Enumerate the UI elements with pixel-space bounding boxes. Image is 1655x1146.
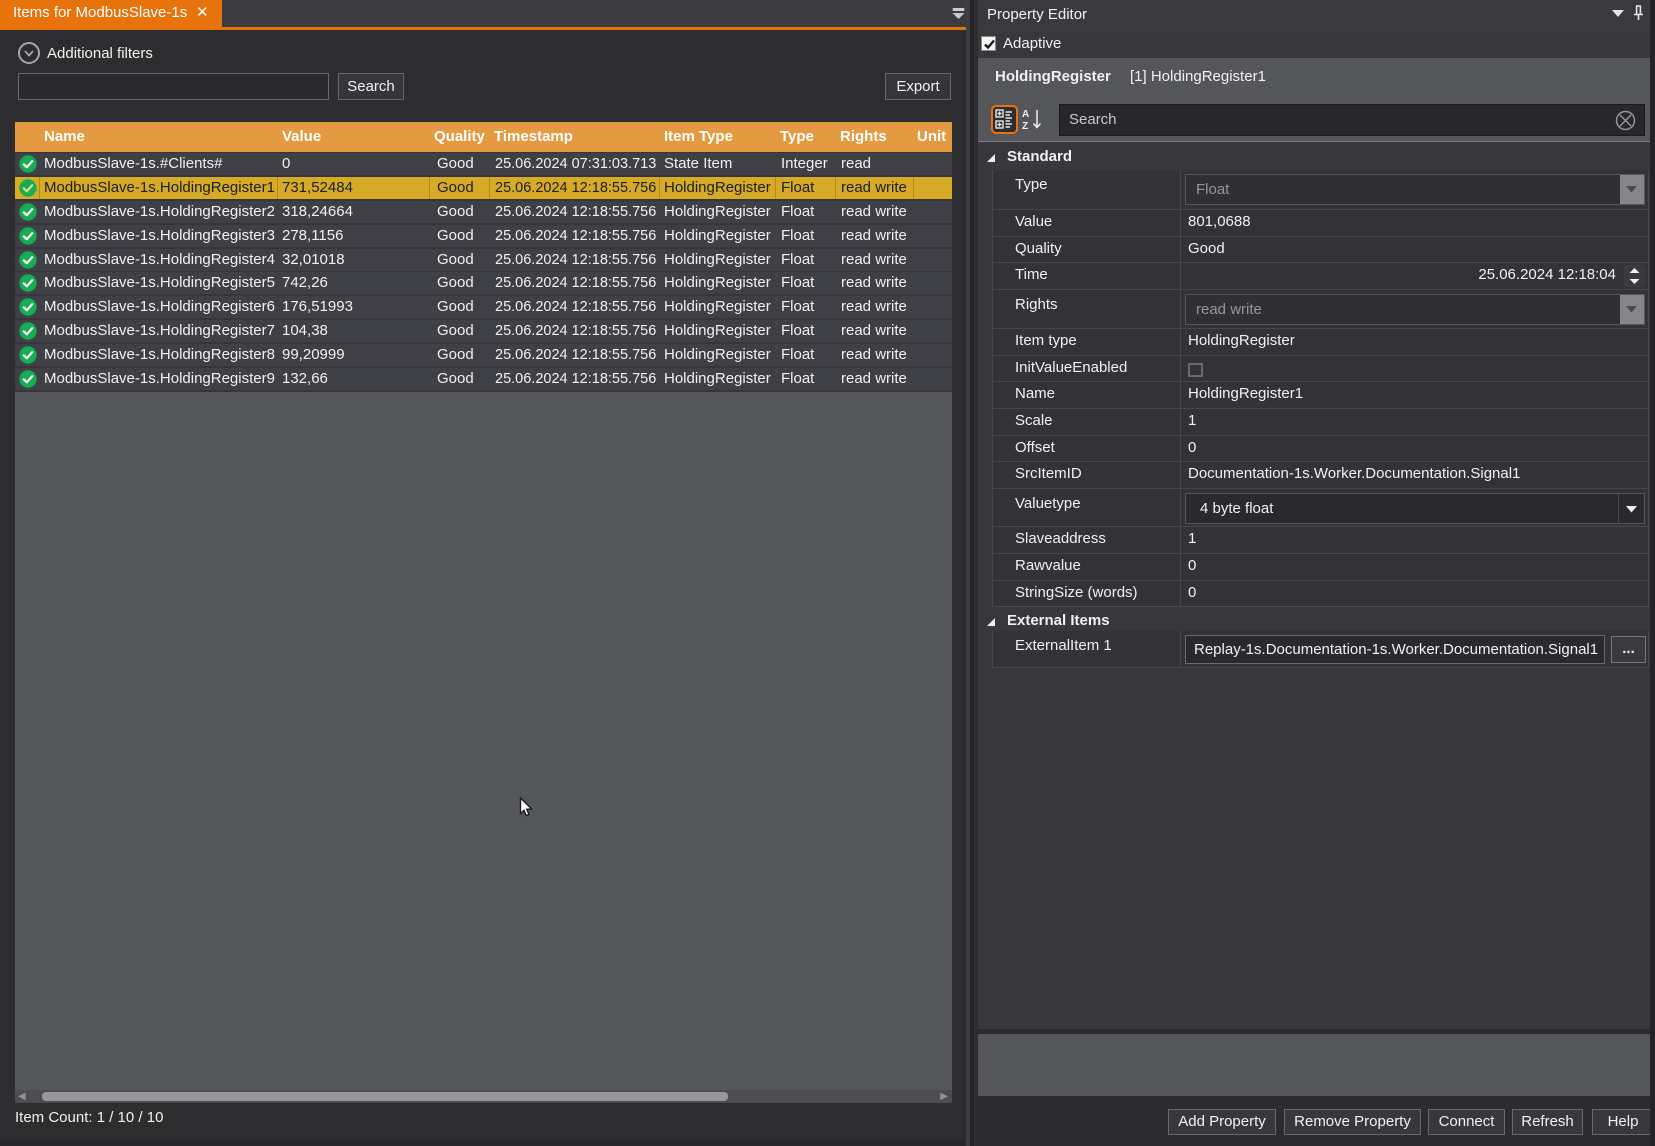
svg-text:Z: Z	[1022, 121, 1028, 131]
svg-text:A: A	[1022, 109, 1029, 120]
